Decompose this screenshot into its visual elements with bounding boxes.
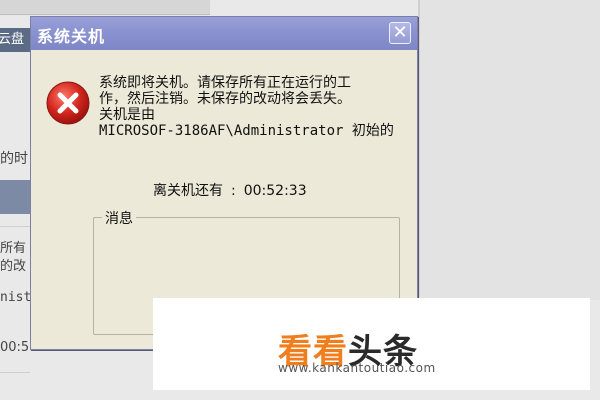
watermark: 看看头条 www.kankantoutiao.com: [153, 298, 590, 390]
watermark-url: www.kankantoutiao.com: [278, 361, 436, 375]
message-line: MICROSOF-3186AF\Administrator 初始的: [99, 123, 394, 139]
countdown-separator: :: [231, 183, 236, 199]
background-text: 的改: [0, 259, 27, 274]
background-right-panel: [420, 0, 600, 300]
message-line: 关机是由: [99, 107, 155, 123]
background-text: 所有: [0, 241, 27, 256]
shutdown-message: 系统即将关机。请保存所有正在运行的工 作，然后注销。未保存的改动将会丢失。 关机…: [99, 75, 414, 139]
countdown-value: 00:52:33: [243, 183, 307, 199]
close-button[interactable]: ✕: [389, 22, 411, 44]
background-text: nist: [0, 290, 30, 305]
message-line: 系统即将关机。请保存所有正在运行的工: [99, 75, 351, 91]
countdown: 离关机还有:00:52:33: [153, 180, 307, 200]
background-panel: [0, 180, 30, 214]
background-text: 00:52:53: [0, 340, 30, 355]
message-group-label: 消息: [102, 208, 136, 228]
background-divider: [0, 226, 30, 227]
background-text: 的时: [0, 151, 28, 167]
message-line: 作，然后注销。未保存的改动将会丢失。: [99, 91, 351, 107]
countdown-label: 离关机还有: [153, 183, 223, 199]
background-tab[interactable]: 云盘: [0, 28, 30, 52]
error-icon: [46, 81, 90, 125]
background-top-bar: [0, 0, 210, 15]
dialog-titlebar[interactable]: 系统关机 ✕: [31, 17, 417, 50]
background-divider: [0, 372, 30, 373]
close-icon: ✕: [392, 22, 408, 43]
dialog-title: 系统关机: [37, 27, 106, 46]
